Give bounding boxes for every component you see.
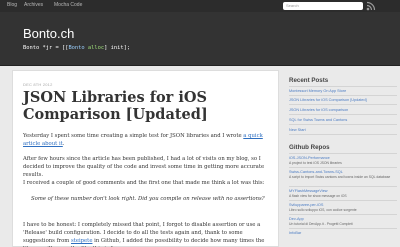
recent-post-link[interactable]: New Start [289, 128, 306, 132]
divider [289, 200, 397, 201]
nav-blog-link[interactable]: Blog [7, 2, 17, 8]
search-input[interactable]: Search [283, 2, 363, 10]
tagline-part-4: ] init]; [104, 45, 131, 51]
repo-link[interactable]: iOS-JSON-Performance [289, 156, 330, 160]
divider [289, 104, 397, 105]
divider [289, 186, 397, 187]
divider [289, 153, 397, 154]
divider [289, 114, 397, 115]
nav-mocha-code-link[interactable]: Mocha Code [54, 2, 82, 8]
site-title[interactable]: Bonto.ch [23, 26, 74, 41]
repo-link[interactable]: Svilupparee-per-iOS [289, 203, 323, 207]
recent-posts-heading: Recent Posts [289, 77, 329, 84]
post-paragraph-3: I received a couple of good comments and… [23, 180, 265, 186]
recent-post-link[interactable]: JSON Libraries for iOS Comparison [Updat… [289, 98, 367, 102]
divider [289, 214, 397, 215]
repo-description: A script to import Swiss cantons and tow… [289, 175, 391, 179]
rss-icon[interactable] [366, 1, 378, 11]
paragraph-text: . [62, 141, 65, 147]
recent-post-link[interactable]: Montessori Memory On App Store [289, 89, 346, 93]
divider [289, 86, 397, 87]
recent-post-link[interactable]: SQL for Swiss Towns and Cantons [289, 118, 347, 122]
tagline-part-3: alloc [84, 45, 105, 51]
sidebar: Recent Posts Montessori Memory On App St… [284, 70, 400, 247]
article: DEC 8TH 2012 JSON Libraries for iOS Comp… [12, 70, 279, 247]
divider [289, 95, 397, 96]
recent-post-link[interactable]: JSON Libraries for iOS comparison [289, 108, 348, 112]
repo-description: A flash view for show message on iOS [289, 194, 347, 198]
repo-description: Libro sullo sviluppo iOS, con codice sor… [289, 208, 357, 212]
repo-link[interactable]: MYFlashMessageView [289, 189, 328, 193]
tagline-part-1: Bonto *jr = [[ [23, 45, 69, 51]
repo-link[interactable]: InfoBar [289, 231, 301, 235]
divider [289, 167, 397, 168]
site-tagline: Bonto *jr = [[Bonto alloc] init]; [23, 45, 130, 51]
nav-archives-link[interactable]: Archives [24, 2, 43, 8]
divider [289, 134, 397, 135]
repo-description: A project to test iOS JSON libraries [289, 161, 342, 165]
repo-description: Un tutorial di DevApp.it - Progetti Comp… [289, 222, 353, 226]
post-paragraph-1: Yesterday I spent some time creating a s… [23, 132, 273, 148]
repo-link[interactable]: Swiss-Cantons-and-Towns-SQL [289, 170, 343, 174]
post-paragraph-4: I have to be honest: I completely missed… [23, 221, 273, 247]
top-navigation: Blog Archives Mocha Code Search [0, 0, 400, 12]
post-title: JSON Libraries for iOS Comparison [Updat… [23, 89, 208, 123]
divider [289, 124, 397, 125]
paragraph-text: Yesterday I spent some time creating a s… [23, 133, 244, 139]
github-repos-heading: Github Repos [289, 144, 330, 151]
post-paragraph-2: After few hours since the article has be… [23, 156, 265, 178]
tagline-part-2: Bonto [68, 45, 85, 51]
divider [289, 228, 397, 229]
post-date: DEC 8TH 2012 [23, 82, 53, 87]
repo-link[interactable]: Dev-App [289, 217, 304, 221]
site-header: Bonto.ch Bonto *jr = [[Bonto alloc] init… [0, 12, 400, 66]
blockquote: Some of these number don't look right. D… [31, 196, 265, 202]
steipete-link[interactable]: steipete [71, 238, 92, 244]
